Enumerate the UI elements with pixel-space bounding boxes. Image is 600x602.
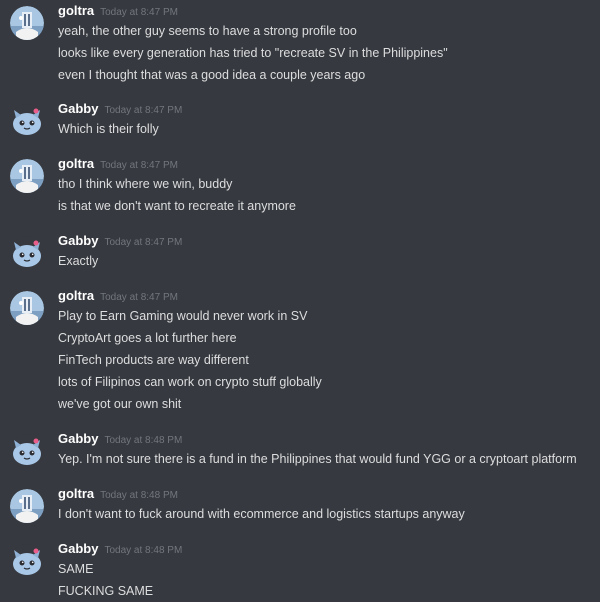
username[interactable]: goltra	[58, 156, 94, 171]
message-line: yeah, the other guy seems to have a stro…	[58, 24, 357, 38]
chat-messages: goltra Today at 8:47 PM yeah, the other gu…	[0, 0, 600, 599]
message-header: Gabby Today at 8:48 PM	[58, 430, 182, 448]
gabby-avatar-icon[interactable]	[10, 434, 44, 468]
message-line: is that we don't want to recreate it any…	[58, 199, 296, 213]
timestamp: Today at 8:47 PM	[100, 160, 178, 171]
message-line: we've got our own shit	[58, 397, 182, 411]
username[interactable]: goltra	[58, 3, 94, 18]
message-line: SAME	[58, 562, 94, 576]
gabby-avatar-icon[interactable]	[10, 104, 44, 138]
username[interactable]: goltra	[58, 288, 94, 303]
timestamp: Today at 8:47 PM	[104, 105, 183, 116]
goltra-avatar-icon[interactable]	[10, 291, 44, 325]
message-body: Exactly	[58, 250, 598, 272]
timestamp: Today at 8:47 PM	[100, 292, 178, 303]
message-line: tho I think where we win, buddy	[58, 177, 233, 191]
message-body: yeah, the other guy seems to have a stro…	[58, 20, 598, 86]
message-line: FinTech products are way different	[58, 353, 249, 367]
message-header: goltra Today at 8:47 PM	[58, 287, 178, 305]
message-header: goltra Today at 8:47 PM	[58, 155, 178, 173]
message-line: Yep. I'm not sure there is a fund in the…	[58, 452, 577, 466]
message-header: Gabby Today at 8:48 PM	[58, 540, 182, 558]
message-body: tho I think where we win, buddy is that w…	[58, 173, 598, 217]
timestamp: Today at 8:48 PM	[104, 435, 183, 446]
username[interactable]: Gabby	[58, 541, 98, 556]
goltra-avatar-icon[interactable]	[10, 6, 44, 40]
message-body: SAME FUCKING SAME	[58, 558, 598, 602]
message-line: Play to Earn Gaming would never work in …	[58, 309, 308, 323]
message-line: CryptoArt goes a lot further here	[58, 331, 237, 345]
username[interactable]: Gabby	[58, 233, 98, 248]
message-body: Play to Earn Gaming would never work in …	[58, 305, 598, 415]
message-line: I don't want to fuck around with ecommer…	[58, 507, 465, 521]
message-body: Yep. I'm not sure there is a fund in the…	[58, 448, 598, 470]
message-body: I don't want to fuck around with ecommer…	[58, 503, 598, 525]
username[interactable]: Gabby	[58, 101, 98, 116]
message-header: Gabby Today at 8:47 PM	[58, 232, 182, 250]
gabby-avatar-icon[interactable]	[10, 236, 44, 270]
message-header: Gabby Today at 8:47 PM	[58, 100, 182, 118]
message-line: even I thought that was a good idea a co…	[58, 68, 366, 82]
timestamp: Today at 8:48 PM	[100, 490, 178, 501]
goltra-avatar-icon[interactable]	[10, 159, 44, 193]
message-line: Exactly	[58, 254, 99, 268]
timestamp: Today at 8:47 PM	[100, 7, 178, 18]
timestamp: Today at 8:47 PM	[104, 237, 183, 248]
message-header: goltra Today at 8:48 PM	[58, 485, 178, 503]
message-line: Which is their folly	[58, 122, 159, 136]
message-header: goltra Today at 8:47 PM	[58, 2, 178, 20]
message-line: looks like every generation has tried to…	[58, 46, 448, 60]
timestamp: Today at 8:48 PM	[104, 545, 183, 556]
goltra-avatar-icon[interactable]	[10, 489, 44, 523]
gabby-avatar-icon[interactable]	[10, 544, 44, 578]
username[interactable]: Gabby	[58, 431, 98, 446]
message-body: Which is their folly	[58, 118, 598, 140]
username[interactable]: goltra	[58, 486, 94, 501]
message-line: lots of Filipinos can work on crypto stu…	[58, 375, 322, 389]
